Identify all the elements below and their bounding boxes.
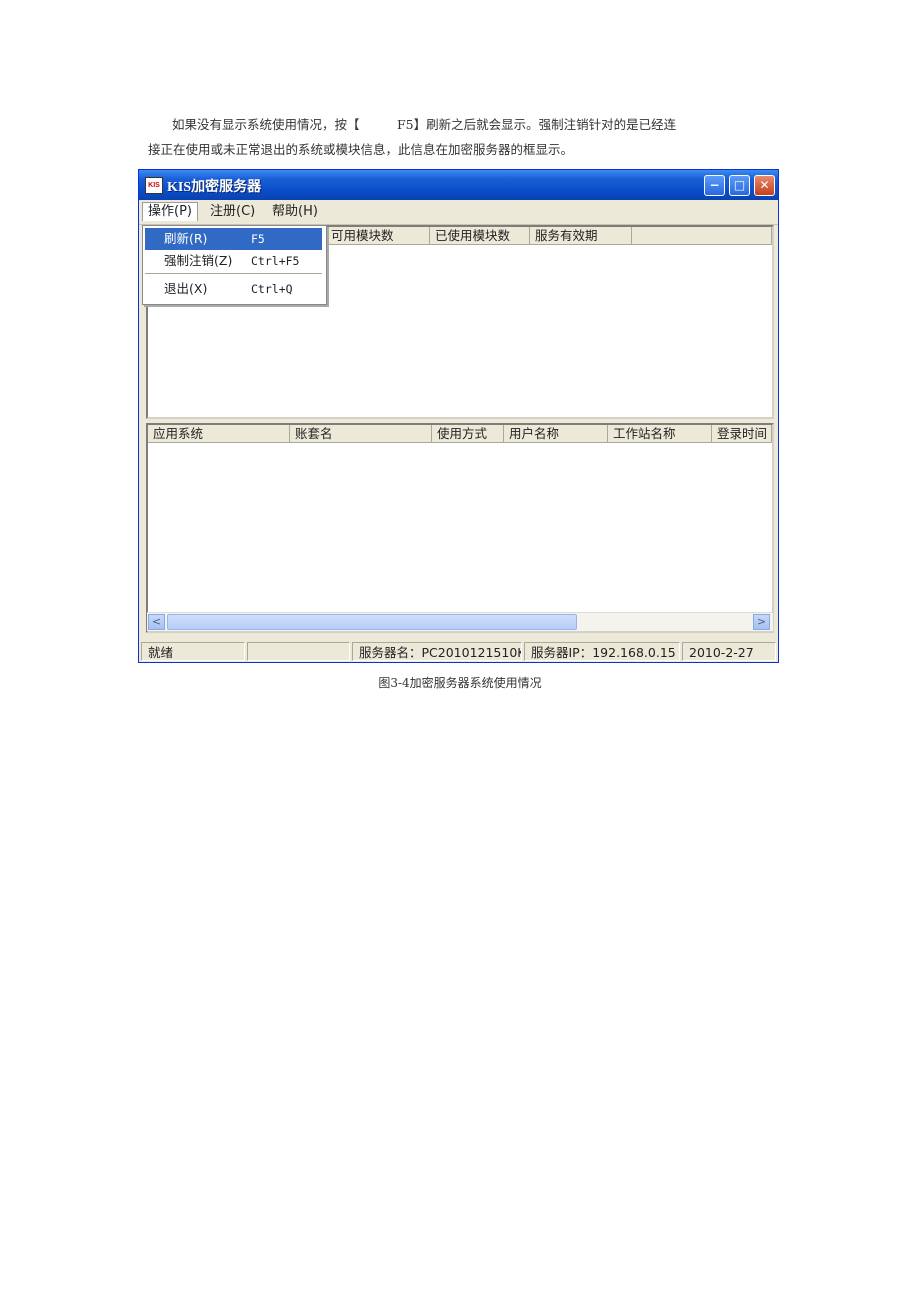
minimize-button[interactable]: − — [704, 175, 725, 196]
paragraph-line-1: 如果没有显示系统使用情况，按【 F5】刷新之后就会显示。强制注销针对的是已经连 — [148, 111, 748, 139]
header-user-name[interactable]: 用户名称 — [504, 425, 608, 443]
scroll-left-arrow-icon[interactable]: < — [148, 614, 165, 630]
session-list-panel[interactable]: 应用系统 账套名 使用方式 用户名称 工作站名称 登录时间 — [146, 423, 774, 633]
title-bar[interactable]: KIS KIS加密服务器 − □ ✕ — [139, 170, 778, 200]
paragraph-line-2: 接正在使用或未正常退出的系统或模块信息，此信息在加密服务器的框显示。 — [148, 136, 748, 164]
status-server-name: 服务器名：PC2010121510KLW — [352, 642, 522, 661]
menu-register[interactable]: 注册(C) — [205, 203, 260, 221]
menu-separator — [145, 273, 322, 274]
maximize-button[interactable]: □ — [729, 175, 750, 196]
force-logout-shortcut: Ctrl+F5 — [251, 254, 300, 268]
paragraph-text-2: 接正在使用或未正常退出的系统或模块信息，此信息在加密服务器的框显示。 — [148, 142, 574, 157]
header-available-modules[interactable]: 可用模块数 — [326, 227, 430, 245]
refresh-label: 刷新(R) — [164, 231, 208, 246]
kis-server-window: KIS KIS加密服务器 − □ ✕ 操作(P) 注册(C) 帮助(H) 刷新(… — [138, 169, 779, 663]
header-application[interactable]: 应用系统 — [148, 425, 290, 443]
window-title: KIS加密服务器 — [167, 180, 262, 195]
scroll-right-arrow-icon[interactable]: > — [753, 614, 770, 630]
header-empty[interactable] — [632, 227, 772, 245]
menu-item-force-logout[interactable]: 强制注销(Z) Ctrl+F5 — [145, 250, 322, 272]
header-account-set[interactable]: 账套名 — [290, 425, 432, 443]
force-logout-label: 强制注销(Z) — [164, 253, 233, 268]
menu-item-refresh[interactable]: 刷新(R) F5 — [145, 228, 322, 250]
status-date: 2010-2-27 — [682, 642, 776, 661]
menu-help[interactable]: 帮助(H) — [267, 203, 323, 221]
refresh-shortcut: F5 — [251, 232, 265, 246]
header-workstation[interactable]: 工作站名称 — [608, 425, 712, 443]
app-icon: KIS — [145, 177, 163, 194]
status-server-ip: 服务器IP：192.168.0.15 — [524, 642, 680, 661]
menu-operation[interactable]: 操作(P) — [142, 202, 198, 221]
menu-item-exit[interactable]: 退出(X) Ctrl+Q — [145, 278, 322, 300]
figure-caption: 图3-4加密服务器系统使用情况 — [378, 676, 542, 690]
close-button[interactable]: ✕ — [754, 175, 775, 196]
horizontal-scrollbar[interactable]: < > — [147, 612, 773, 631]
status-bar: 就绪 服务器名：PC2010121510KLW 服务器IP：192.168.0.… — [139, 640, 778, 662]
header-login-time[interactable]: 登录时间 — [712, 425, 772, 443]
header-used-modules[interactable]: 已使用模块数 — [430, 227, 530, 245]
operation-dropdown-menu: 刷新(R) F5 强制注销(Z) Ctrl+F5 退出(X) Ctrl+Q — [142, 225, 327, 305]
header-usage-mode[interactable]: 使用方式 — [432, 425, 504, 443]
status-ready: 就绪 — [141, 642, 245, 661]
header-service-expiry[interactable]: 服务有效期 — [530, 227, 632, 245]
scrollbar-thumb[interactable] — [167, 614, 577, 630]
exit-label: 退出(X) — [164, 281, 208, 296]
menu-bar: 操作(P) 注册(C) 帮助(H) — [139, 200, 778, 225]
exit-shortcut: Ctrl+Q — [251, 282, 293, 296]
paragraph-text-1: 如果没有显示系统使用情况，按【 F5】刷新之后就会显示。强制注销针对的是已经连 — [172, 117, 677, 132]
status-empty-cell — [247, 642, 350, 661]
